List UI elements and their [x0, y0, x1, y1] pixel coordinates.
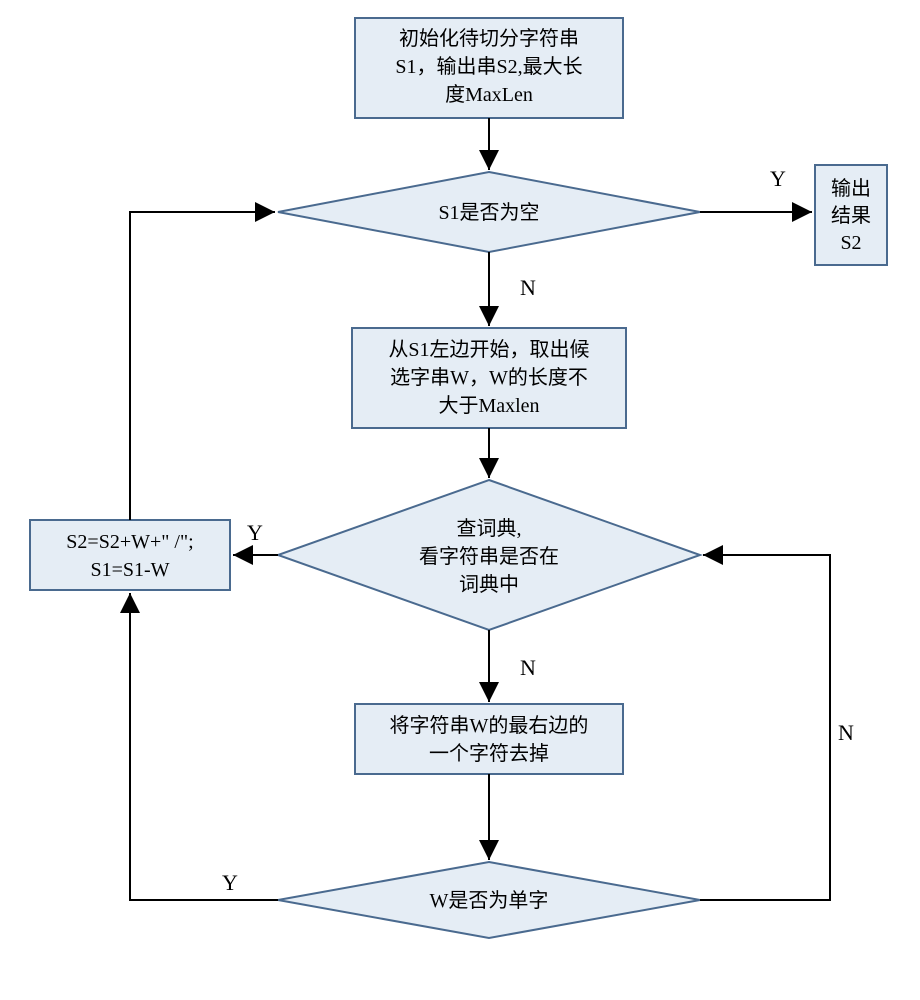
edge-n8-n5 [700, 555, 830, 900]
edge-n6-n2 [130, 212, 275, 520]
node-output-line2: 结果 [831, 204, 871, 227]
node-check-single-line1: W是否为单字 [430, 889, 549, 912]
edge-n8-n6 [130, 593, 278, 900]
node-init-line2: S1，输出串S2,最大长 [395, 55, 582, 78]
node-assign-line2: S1=S1-W [90, 559, 169, 581]
label-n8-y: Y [222, 870, 238, 895]
label-n8-n: N [838, 720, 854, 745]
node-assign-line1: S2=S2+W+" /"; [66, 531, 193, 553]
node-init-line1: 初始化待切分字符串 [399, 27, 579, 50]
node-take-w-line3: 大于Maxlen [438, 394, 539, 417]
node-check-s1-empty-line1: S1是否为空 [438, 201, 539, 224]
node-take-w-line2: 选字串W，W的长度不 [390, 366, 588, 389]
label-n2-n: N [520, 275, 536, 300]
node-output-line3: S2 [840, 232, 861, 254]
node-init-line3: 度MaxLen [445, 83, 533, 106]
node-remove-char-line1: 将字符串W的最右边的 [390, 714, 589, 737]
label-n2-y: Y [770, 166, 786, 191]
node-check-dict-line1: 查词典, [457, 517, 522, 540]
node-check-dict-line3: 词典中 [459, 573, 519, 596]
node-take-w-line1: 从S1左边开始，取出候 [388, 338, 589, 361]
label-n5-y: Y [247, 520, 263, 545]
node-output-line1: 输出 [831, 177, 871, 200]
label-n5-n: N [520, 655, 536, 680]
node-check-dict-line2: 看字符串是否在 [419, 545, 559, 568]
node-remove-char-line2: 一个字符去掉 [429, 742, 549, 765]
